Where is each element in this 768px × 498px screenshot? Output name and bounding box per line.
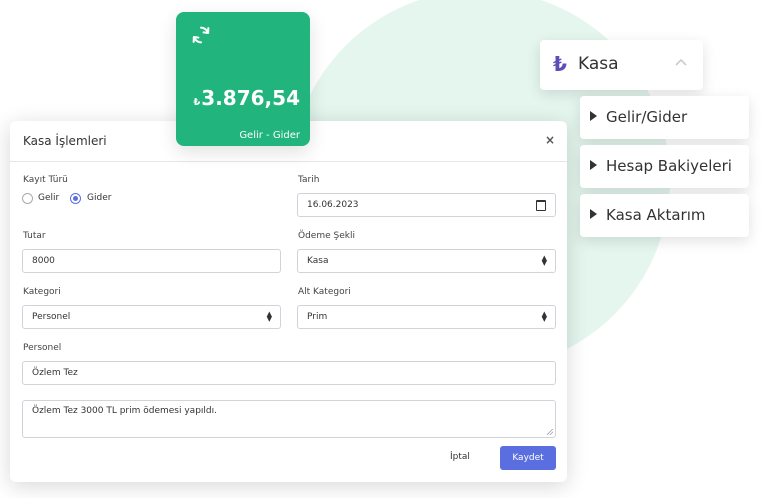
resize-grip-icon[interactable] — [547, 429, 553, 435]
radio-gider-label: Gider — [87, 193, 112, 203]
balance-subtitle: Gelir - Gider — [239, 130, 300, 141]
alt-kategori-select[interactable]: Prim ▲ ▼ — [297, 305, 556, 329]
tutar-input[interactable]: 8000 — [22, 249, 281, 273]
radio-gider[interactable] — [70, 193, 81, 204]
personel-value: Özlem Tez — [32, 368, 78, 378]
odeme-sekli-select[interactable]: Kasa ▲ ▼ — [297, 249, 556, 273]
select-caret-icon: ▲ ▼ — [266, 310, 272, 323]
select-caret-icon: ▲ ▼ — [541, 310, 547, 323]
tarih-value: 16.06.2023 — [307, 200, 359, 210]
menu-item-label: Kasa Aktarım — [606, 206, 706, 224]
kayit-turu-label: Kayıt Türü — [23, 175, 68, 185]
lira-icon: ₺ — [553, 52, 567, 76]
tarih-label: Tarih — [298, 175, 320, 185]
balance-amount: ₺3.876,54 — [193, 86, 300, 110]
menu-item-hesap-bakiyeleri[interactable]: Hesap Bakiyeleri — [580, 145, 749, 188]
currency-symbol: ₺ — [193, 97, 201, 108]
odeme-sekli-label: Ödeme Şekli — [298, 231, 355, 241]
balance-value: 3.876,54 — [201, 86, 300, 110]
triangle-right-icon — [590, 111, 597, 121]
kategori-label: Kategori — [23, 287, 61, 297]
kasa-islemleri-modal: Kasa İşlemleri × Kayıt Türü Gelir Gider … — [10, 121, 567, 482]
triangle-right-icon — [590, 209, 597, 219]
alt-kategori-label: Alt Kategori — [298, 287, 351, 297]
odeme-sekli-value: Kasa — [307, 256, 329, 266]
select-caret-icon: ▲ ▼ — [541, 254, 547, 267]
alt-kategori-value: Prim — [307, 312, 328, 322]
cancel-button[interactable]: İptal — [450, 452, 470, 462]
aciklama-value: Özlem Tez 3000 TL prim ödemesi yapıldı. — [32, 406, 217, 416]
kategori-value: Personel — [32, 312, 71, 322]
menu-item-gelir-gider[interactable]: Gelir/Gider — [580, 96, 749, 139]
kasa-menu-header[interactable]: ₺ Kasa — [540, 40, 703, 90]
tutar-value: 8000 — [32, 256, 55, 266]
aciklama-textarea[interactable]: Özlem Tez 3000 TL prim ödemesi yapıldı. — [22, 400, 556, 438]
calendar-icon[interactable] — [536, 200, 546, 211]
personel-label: Personel — [23, 343, 62, 353]
close-icon[interactable]: × — [545, 133, 555, 147]
modal-title: Kasa İşlemleri — [23, 134, 107, 148]
menu-item-label: Hesap Bakiyeleri — [606, 157, 732, 175]
radio-gelir[interactable] — [22, 193, 33, 204]
modal-divider — [10, 161, 567, 162]
kategori-select[interactable]: Personel ▲ ▼ — [22, 305, 281, 329]
sync-icon[interactable] — [190, 24, 212, 46]
balance-summary-card: ₺3.876,54 Gelir - Gider — [176, 12, 310, 146]
tutar-label: Tutar — [23, 231, 46, 241]
personel-input[interactable]: Özlem Tez — [22, 361, 556, 385]
chevron-up-icon[interactable] — [675, 58, 687, 66]
menu-item-label: Gelir/Gider — [606, 108, 688, 126]
kasa-menu-label: Kasa — [578, 54, 619, 74]
save-button[interactable]: Kaydet — [500, 446, 556, 470]
tarih-date-input[interactable]: 16.06.2023 — [297, 193, 556, 217]
radio-gelir-label: Gelir — [38, 193, 60, 203]
menu-item-kasa-aktarim[interactable]: Kasa Aktarım — [580, 194, 749, 237]
triangle-right-icon — [590, 160, 597, 170]
